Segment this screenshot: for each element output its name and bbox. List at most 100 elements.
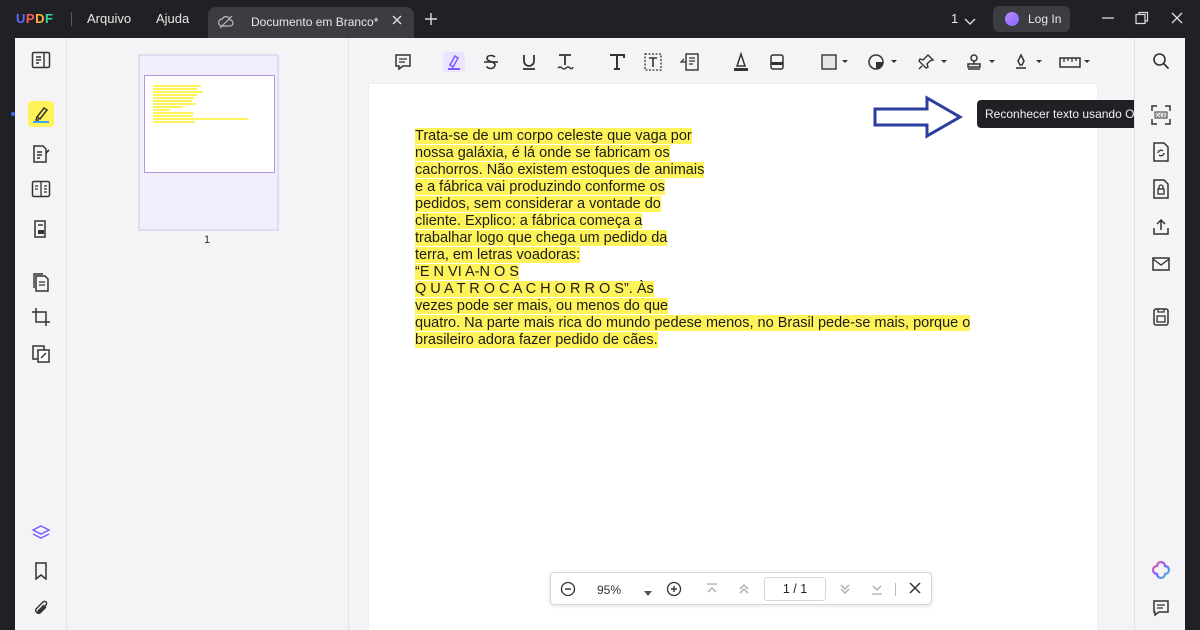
close-window-icon[interactable]: [1170, 11, 1184, 30]
document-canvas: Trata-se de um corpo celeste que vaga po…: [349, 84, 1134, 630]
thumbnail-line: [153, 88, 197, 90]
pointer-arrow: [873, 95, 964, 144]
shape-icon[interactable]: [820, 52, 850, 72]
new-tab-icon[interactable]: [424, 12, 438, 31]
convert-icon[interactable]: [1151, 142, 1171, 162]
close-tab-icon[interactable]: [390, 13, 404, 32]
crop-icon[interactable]: [28, 304, 54, 330]
text-line: terra, em letras voadoras:: [415, 247, 581, 263]
save-icon[interactable]: [1151, 307, 1171, 327]
document-text[interactable]: Trata-se de um corpo celeste que vaga po…: [415, 128, 975, 349]
sticker-icon[interactable]: [867, 52, 899, 72]
form-icon[interactable]: [28, 176, 54, 202]
cloud-off-icon: [218, 15, 234, 34]
login-button[interactable]: Log In: [993, 6, 1070, 32]
page-tools-icon[interactable]: [28, 341, 54, 367]
text-line: brasileiro adora fazer pedido de cães.: [415, 332, 658, 348]
thumbnail-line: [153, 97, 194, 99]
restore-icon[interactable]: [1135, 11, 1149, 30]
thumbnail-viewport: [144, 75, 275, 173]
thumbnail-line: [153, 118, 248, 120]
next-page-icon[interactable]: [837, 581, 853, 602]
thumbnail-panel: 1: [67, 38, 349, 630]
page-number-input[interactable]: 1 / 1: [764, 577, 826, 601]
thumbnail-line: [153, 106, 183, 108]
text-line: cachorros. Não existem estoques de anima…: [415, 162, 705, 178]
thumbnail-line: [153, 103, 196, 105]
highlight-icon[interactable]: [443, 52, 465, 72]
text-line: vezes pode ser mais, ou menos do que: [415, 298, 669, 314]
first-page-icon[interactable]: [704, 581, 720, 602]
measure-icon[interactable]: [1059, 52, 1091, 72]
document-tab[interactable]: Documento em Branco*: [208, 7, 414, 38]
text-line: “E N VI A-N O S: [415, 264, 519, 280]
share-icon[interactable]: [1151, 217, 1171, 237]
chevron-down-icon[interactable]: [964, 13, 976, 31]
text-comment-icon[interactable]: [608, 52, 626, 72]
thumbnail-line: [153, 91, 203, 93]
signature-icon[interactable]: [1012, 52, 1044, 72]
text-line: quatro. Na parte mais rica do mundo pede…: [415, 315, 971, 331]
zoom-dropdown-icon[interactable]: [643, 585, 653, 603]
layers-icon[interactable]: [28, 520, 54, 546]
zoom-out-icon[interactable]: [560, 581, 576, 602]
zoom-level[interactable]: 95%: [597, 583, 621, 597]
strikethrough-icon[interactable]: [482, 52, 500, 72]
chat-icon[interactable]: [1151, 598, 1171, 618]
thumbnail-line: [153, 94, 197, 96]
menu-arquivo[interactable]: Arquivo: [87, 11, 131, 26]
note-icon[interactable]: [394, 52, 412, 72]
updf-logo: UPDF: [16, 11, 54, 26]
attachment-icon[interactable]: [28, 595, 54, 621]
squiggly-icon[interactable]: [556, 52, 574, 72]
window-count: 1: [951, 11, 959, 26]
close-nav-icon[interactable]: [908, 581, 922, 600]
text-line: trabalhar logo que chega um pedido da: [415, 230, 668, 246]
comment-highlight-icon[interactable]: [28, 101, 54, 127]
right-tool-rail: OCR: [1134, 38, 1185, 630]
previous-page-icon[interactable]: [736, 581, 752, 602]
thumbnail-line: [153, 112, 193, 114]
stamp-icon[interactable]: [965, 52, 997, 72]
text-box-icon[interactable]: [643, 52, 663, 72]
email-icon[interactable]: [1151, 254, 1171, 274]
page-navigation-bar: 95% 1 / 1: [550, 572, 932, 605]
title-bar: UPDF Arquivo Ajuda Documento em Branco* …: [0, 0, 1200, 38]
callout-icon[interactable]: [680, 52, 700, 72]
thumbnail-line: [153, 109, 170, 111]
thumbnail-page-number: 1: [204, 234, 211, 246]
thumbnail-line: [153, 121, 195, 123]
text-line: pedidos, sem considerar a vontade do: [415, 196, 661, 212]
eraser-icon[interactable]: [768, 52, 786, 72]
title-divider: [71, 12, 72, 26]
pin-icon[interactable]: [917, 52, 949, 72]
edit-pdf-icon[interactable]: [28, 141, 54, 167]
thumbnail-line: [153, 85, 201, 87]
left-tool-rail: [11, 38, 67, 630]
pdf-page[interactable]: Trata-se de um corpo celeste que vaga po…: [369, 84, 1097, 630]
reader-icon[interactable]: [28, 47, 54, 73]
annotation-toolbar: [349, 38, 1134, 84]
zoom-in-icon[interactable]: [666, 581, 682, 602]
last-page-icon[interactable]: [869, 581, 885, 602]
pencil-icon[interactable]: [732, 52, 750, 72]
text-line: cliente. Explico: a fábrica começa a: [415, 213, 643, 229]
ocr-icon[interactable]: OCR: [1151, 105, 1171, 125]
menu-ajuda[interactable]: Ajuda: [156, 11, 189, 26]
tab-title: Documento em Branco*: [251, 15, 379, 29]
minimize-icon[interactable]: [1101, 11, 1115, 30]
underline-icon[interactable]: [520, 52, 538, 72]
protect-icon[interactable]: [1151, 179, 1171, 199]
search-icon[interactable]: [1151, 51, 1171, 71]
text-line: Q U A T R O C A C H O R R O S”. Às: [415, 281, 654, 297]
fill-sign-icon[interactable]: [28, 216, 54, 242]
text-line: nossa galáxia, é lá onde se fabricam os: [415, 145, 670, 161]
text-line: e a fábrica vai produzindo conforme os: [415, 179, 665, 195]
avatar: [1005, 12, 1019, 26]
page-thumbnail[interactable]: [138, 54, 279, 231]
ai-assistant-icon[interactable]: [1151, 560, 1171, 580]
bookmark-icon[interactable]: [28, 558, 54, 584]
ocr-tooltip: Reconhecer texto usando OCR: [977, 100, 1160, 128]
organize-pages-icon[interactable]: [28, 269, 54, 295]
thumbnail-line: [153, 100, 192, 102]
